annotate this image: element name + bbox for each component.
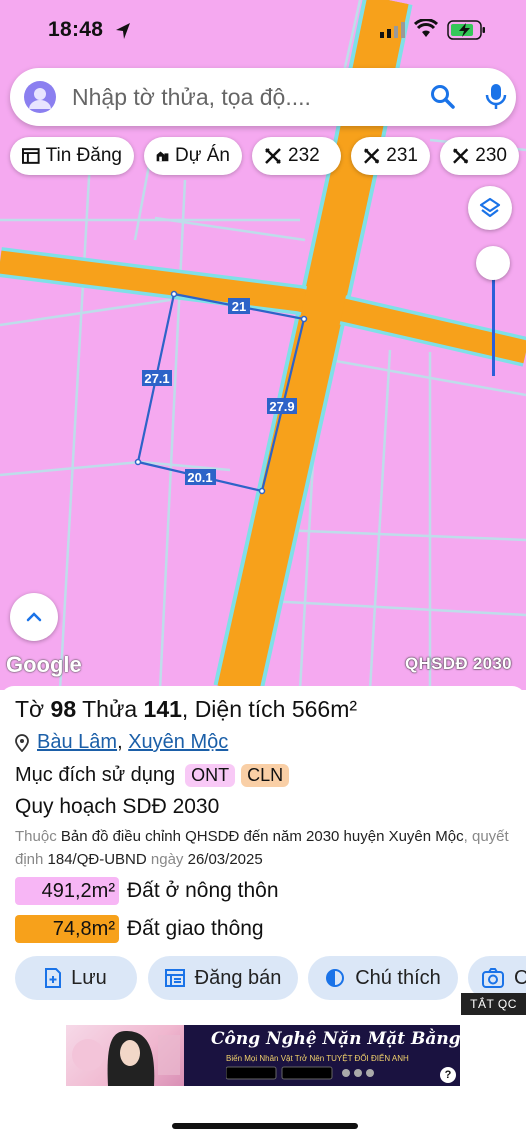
chip-du-an[interactable]: Dự Án [144,137,242,175]
chip-label: Tin Đăng [45,145,122,166]
plot-number: 141 [143,696,182,722]
post-for-sale-button[interactable]: Đăng bán [148,956,298,1000]
chip-232[interactable]: 232 [252,137,341,175]
save-label: Lưu [71,966,107,989]
chip-label: 231 [386,145,418,166]
land-use-area: 74,8m² [15,915,119,943]
ad-subtitle: Biến Mọi Nhân Vật Trở Nên TUYỆT ĐỐI ĐIỂN… [226,1054,409,1063]
close-ad-button[interactable]: TẮT QC [461,993,526,1015]
ad-store-buttons [226,1066,374,1080]
plan-decision: 184/QĐ-UBND [47,851,147,868]
layers-button[interactable] [468,186,512,230]
parcel-location: Bàu Lâm, Xuyên Mộc [15,731,228,754]
post-for-sale-label: Đăng bán [194,966,282,989]
plan-title: Quy hoạch SDĐ 2030 [15,795,220,818]
microphone-icon[interactable] [484,82,508,112]
land-purpose: Mục đích sử dụng ONT CLN [15,764,290,787]
wifi-icon [414,19,438,37]
parcel-area: 566m² [291,696,358,722]
google-logo: Google [6,652,82,677]
sheet-label: Tờ [15,696,45,722]
search-input[interactable] [72,78,402,116]
land-use-row: 74,8m² Đất giao thông [15,915,264,943]
status-time: 18:48 [48,18,104,41]
camera-label: C [514,966,526,989]
layers-icon [479,197,501,218]
ad-title: Công Nghệ Nặn Mặt Bằng Ai [211,1029,460,1049]
ad-image [66,1025,184,1086]
save-icon [45,968,62,988]
map-layer-label: QHSDĐ 2030 [405,654,512,673]
listing-icon [164,969,185,987]
search-icon[interactable] [430,84,456,110]
legend-button[interactable]: Chú thích [308,956,458,1000]
district-link[interactable]: Xuyên Mộc [128,731,228,754]
edge-label-right: 27.9 [269,399,294,414]
plan-map-name: Bản đồ điều chỉnh QHSDĐ đến năm 2030 huy… [60,828,464,845]
save-button[interactable]: Lưu [15,956,137,1000]
sheet-number: 98 [50,696,77,722]
chevron-up-icon [26,612,42,622]
camera-icon [482,968,504,988]
plot-label: Thửa [82,696,138,722]
location-arrow-icon [116,23,130,39]
purpose-tag-ont[interactable]: ONT [185,764,236,787]
plan-date-label: ngày [150,851,184,868]
purpose-tag-cln[interactable]: CLN [241,764,290,787]
parcel-title: Tờ 98 Thửa 141, Diện tích 566m² [15,696,358,722]
purpose-label: Mục đích sử dụng [15,764,176,786]
survey-map-icon [453,148,469,164]
user-icon [29,88,51,109]
edge-label-bottom: 20.1 [187,470,212,485]
chip-231[interactable]: 231 [351,137,430,175]
chip-tin-dang[interactable]: Tin Đăng [10,137,134,175]
search-bar[interactable] [10,68,516,126]
chip-label: 230 [475,145,507,166]
plan-prefix: Thuộc [15,828,57,845]
ad-character-image [72,1031,180,1086]
edge-label-top: 21 [232,299,246,314]
battery-charging-icon [447,20,485,40]
cellular-signal-icon [380,22,405,38]
survey-map-icon [364,148,380,164]
home-indicator[interactable] [172,1123,358,1129]
chip-label: Dự Án [175,145,230,166]
opacity-slider-thumb[interactable] [476,246,510,280]
expand-panel-button[interactable] [10,593,58,641]
plan-date: 26/03/2025 [187,851,263,868]
land-use-label: Đất giao thông [127,917,264,940]
plan-description: Thuộc Bản đồ điều chỉnh QHSDĐ đến năm 20… [15,825,511,871]
ad-banner[interactable]: Công Nghệ Nặn Mặt Bằng Ai Biến Mọi Nhân … [66,1025,460,1086]
chip-label: 232 [288,145,320,166]
ward-link[interactable]: Bàu Lâm [37,731,117,754]
avatar[interactable] [24,81,56,113]
legend-icon [326,969,345,987]
location-pin-icon [15,733,29,752]
status-bar: 18:48 [0,0,526,60]
area-label: Diện tích [194,696,286,722]
land-use-area: 491,2m² [15,877,119,905]
map-view[interactable]: 21 27.1 27.9 20.1 18:48 Nhập tờ thửa, tọ… [0,0,526,690]
buildings-icon [156,151,169,162]
ad-info-icon[interactable]: ? [440,1067,456,1083]
chip-230[interactable]: 230 [440,137,519,175]
newspaper-icon [22,148,40,164]
land-use-row: 491,2m² Đất ở nông thôn [15,877,279,905]
land-use-label: Đất ở nông thôn [127,879,279,902]
survey-map-icon [265,148,281,164]
legend-label: Chú thích [355,966,441,989]
edge-label-left: 27.1 [144,371,169,386]
